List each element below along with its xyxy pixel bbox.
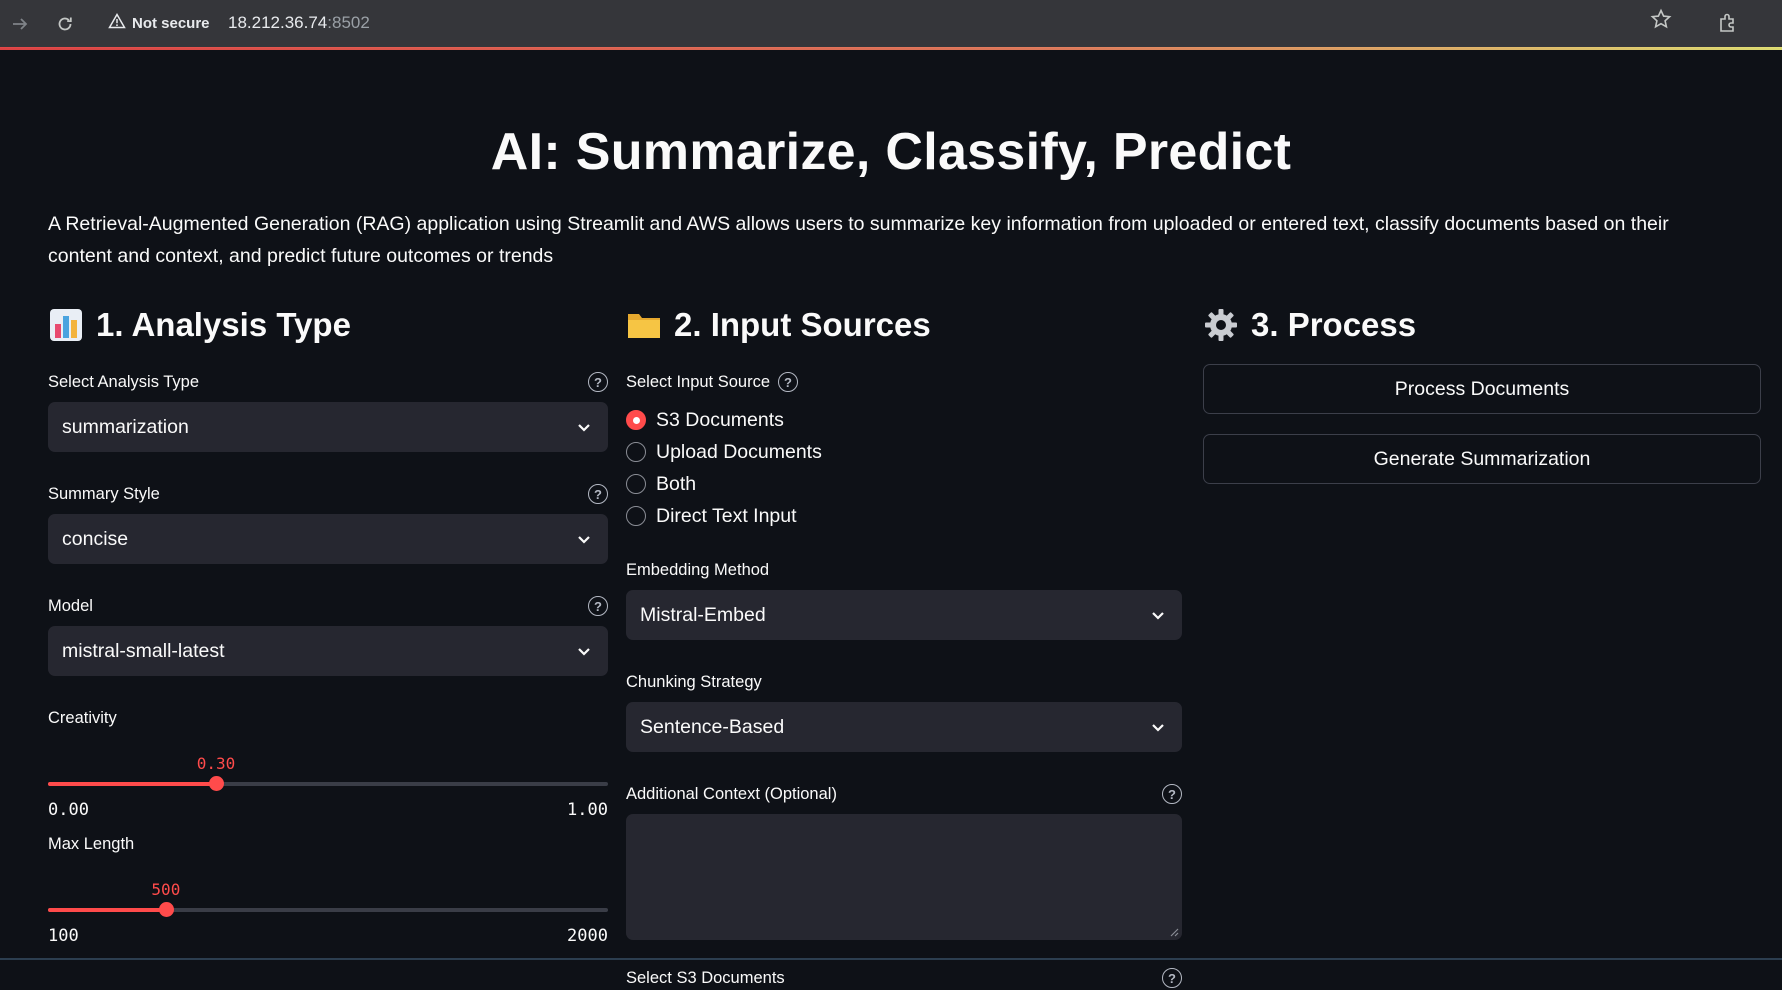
analysis-type-value: summarization xyxy=(62,415,189,438)
help-icon[interactable]: ? xyxy=(588,484,608,504)
security-label: Not secure xyxy=(132,14,210,32)
creativity-min: 0.00 xyxy=(48,800,89,820)
chunking-select[interactable]: Sentence-Based xyxy=(626,702,1182,752)
generate-summarization-button[interactable]: Generate Summarization xyxy=(1203,434,1761,484)
max-length-value: 500 xyxy=(151,880,181,899)
help-icon[interactable]: ? xyxy=(1162,968,1182,988)
radio-indicator[interactable] xyxy=(626,506,646,526)
input-section-header: 2. Input Sources xyxy=(626,300,1182,350)
address-bar[interactable]: 18.212.36.74:8502 xyxy=(228,8,370,38)
embedding-select[interactable]: Mistral-Embed xyxy=(626,590,1182,640)
max-length-slider[interactable]: 500 100 2000 xyxy=(48,856,608,966)
analysis-section-header: 1. Analysis Type xyxy=(48,300,608,350)
analysis-type-label: Select Analysis Type xyxy=(48,372,200,391)
input-sources-column: 2. Input Sources Select Input Source ? S… xyxy=(626,300,1182,990)
radio-s3-documents[interactable]: S3 Documents xyxy=(626,404,1182,436)
security-indicator[interactable]: Not secure xyxy=(108,8,210,38)
radio-label: Direct Text Input xyxy=(656,504,797,527)
gear-icon xyxy=(1203,307,1239,343)
s3-docs-label-row: Select S3 Documents ? xyxy=(626,966,1182,990)
help-icon[interactable]: ? xyxy=(588,372,608,392)
extensions-icon[interactable] xyxy=(1713,8,1743,38)
resize-handle-icon[interactable] xyxy=(1169,927,1179,937)
s3-docs-label: Select S3 Documents xyxy=(626,968,785,987)
input-heading: 2. Input Sources xyxy=(674,306,931,343)
analysis-type-select[interactable]: summarization xyxy=(48,402,608,452)
creativity-label-row: Creativity xyxy=(48,706,608,730)
url-port: :8502 xyxy=(327,13,370,32)
context-label-row: Additional Context (Optional) ? xyxy=(626,782,1182,806)
forward-icon[interactable] xyxy=(5,9,35,39)
help-icon[interactable]: ? xyxy=(778,372,799,392)
creativity-slider[interactable]: 0.30 0.00 1.00 xyxy=(48,730,608,840)
max-length-slider-thumb[interactable] xyxy=(158,902,174,917)
radio-indicator[interactable] xyxy=(626,410,646,430)
additional-context-textarea[interactable] xyxy=(626,814,1182,940)
chevron-down-icon xyxy=(578,648,590,656)
warning-icon xyxy=(108,12,126,34)
process-column: 3. Process Process Documents Generate Su… xyxy=(1203,300,1761,484)
creativity-slider-thumb[interactable] xyxy=(209,776,224,791)
chevron-down-icon xyxy=(1152,612,1164,620)
model-select[interactable]: mistral-small-latest xyxy=(48,626,608,676)
radio-indicator[interactable] xyxy=(626,474,646,494)
creativity-max: 1.00 xyxy=(567,800,608,820)
process-section-header: 3. Process xyxy=(1203,300,1761,350)
process-heading: 3. Process xyxy=(1251,306,1417,343)
radio-label: S3 Documents xyxy=(656,408,784,431)
reload-icon[interactable] xyxy=(50,9,80,39)
chunking-label-row: Chunking Strategy xyxy=(626,670,1182,694)
max-length-min: 100 xyxy=(48,926,79,946)
folder-icon xyxy=(626,307,662,343)
input-source-radio-group: S3 Documents Upload Documents Both Direc… xyxy=(626,404,1182,532)
summary-style-label: Summary Style xyxy=(48,484,160,503)
summary-style-value: concise xyxy=(62,527,129,550)
bookmark-star-icon[interactable] xyxy=(1650,8,1672,36)
analysis-heading: 1. Analysis Type xyxy=(96,306,351,343)
max-length-slider-fill xyxy=(48,908,166,912)
chunking-value: Sentence-Based xyxy=(640,715,785,738)
process-documents-button[interactable]: Process Documents xyxy=(1203,364,1761,414)
browser-toolbar: Not secure 18.212.36.74:8502 xyxy=(0,0,1782,48)
radio-label: Both xyxy=(656,472,697,495)
radio-upload-documents[interactable]: Upload Documents xyxy=(626,436,1182,468)
page-bottom-divider xyxy=(0,958,1782,960)
max-length-slider-track[interactable] xyxy=(48,902,608,917)
chunking-label: Chunking Strategy xyxy=(626,672,762,691)
radio-indicator[interactable] xyxy=(626,442,646,462)
max-length-max: 2000 xyxy=(567,926,608,946)
analysis-type-column: 1. Analysis Type Select Analysis Type ? … xyxy=(48,300,608,966)
radio-both[interactable]: Both xyxy=(626,468,1182,500)
input-source-label-row: Select Input Source ? xyxy=(626,370,1182,394)
radio-label: Upload Documents xyxy=(656,440,822,463)
help-icon[interactable]: ? xyxy=(588,596,608,616)
model-value: mistral-small-latest xyxy=(62,639,225,662)
page-description: A Retrieval-Augmented Generation (RAG) a… xyxy=(48,213,1669,267)
bar-chart-icon xyxy=(48,307,84,343)
creativity-value: 0.30 xyxy=(196,754,236,773)
summary-style-label-row: Summary Style ? xyxy=(48,482,608,506)
creativity-label: Creativity xyxy=(48,708,117,727)
url-host: 18.212.36.74 xyxy=(228,13,328,32)
help-icon[interactable]: ? xyxy=(1162,784,1182,804)
analysis-type-label-row: Select Analysis Type ? xyxy=(48,370,608,394)
creativity-slider-fill xyxy=(48,782,216,786)
chevron-down-icon xyxy=(578,536,590,544)
radio-direct-text-input[interactable]: Direct Text Input xyxy=(626,500,1182,532)
embedding-value: Mistral-Embed xyxy=(640,603,766,626)
chevron-down-icon xyxy=(578,424,590,432)
chevron-down-icon xyxy=(1152,724,1164,732)
creativity-slider-track[interactable] xyxy=(48,776,608,791)
page-top-decoration xyxy=(0,47,1782,50)
page-title: AI: Summarize, Classify, Predict xyxy=(490,123,1292,181)
model-label: Model xyxy=(48,596,93,615)
summary-style-select[interactable]: concise xyxy=(48,514,608,564)
model-label-row: Model ? xyxy=(48,594,608,618)
embedding-label-row: Embedding Method xyxy=(626,558,1182,582)
embedding-label: Embedding Method xyxy=(626,560,770,579)
context-label: Additional Context (Optional) xyxy=(626,784,837,803)
input-source-label: Select Input Source xyxy=(626,372,771,391)
